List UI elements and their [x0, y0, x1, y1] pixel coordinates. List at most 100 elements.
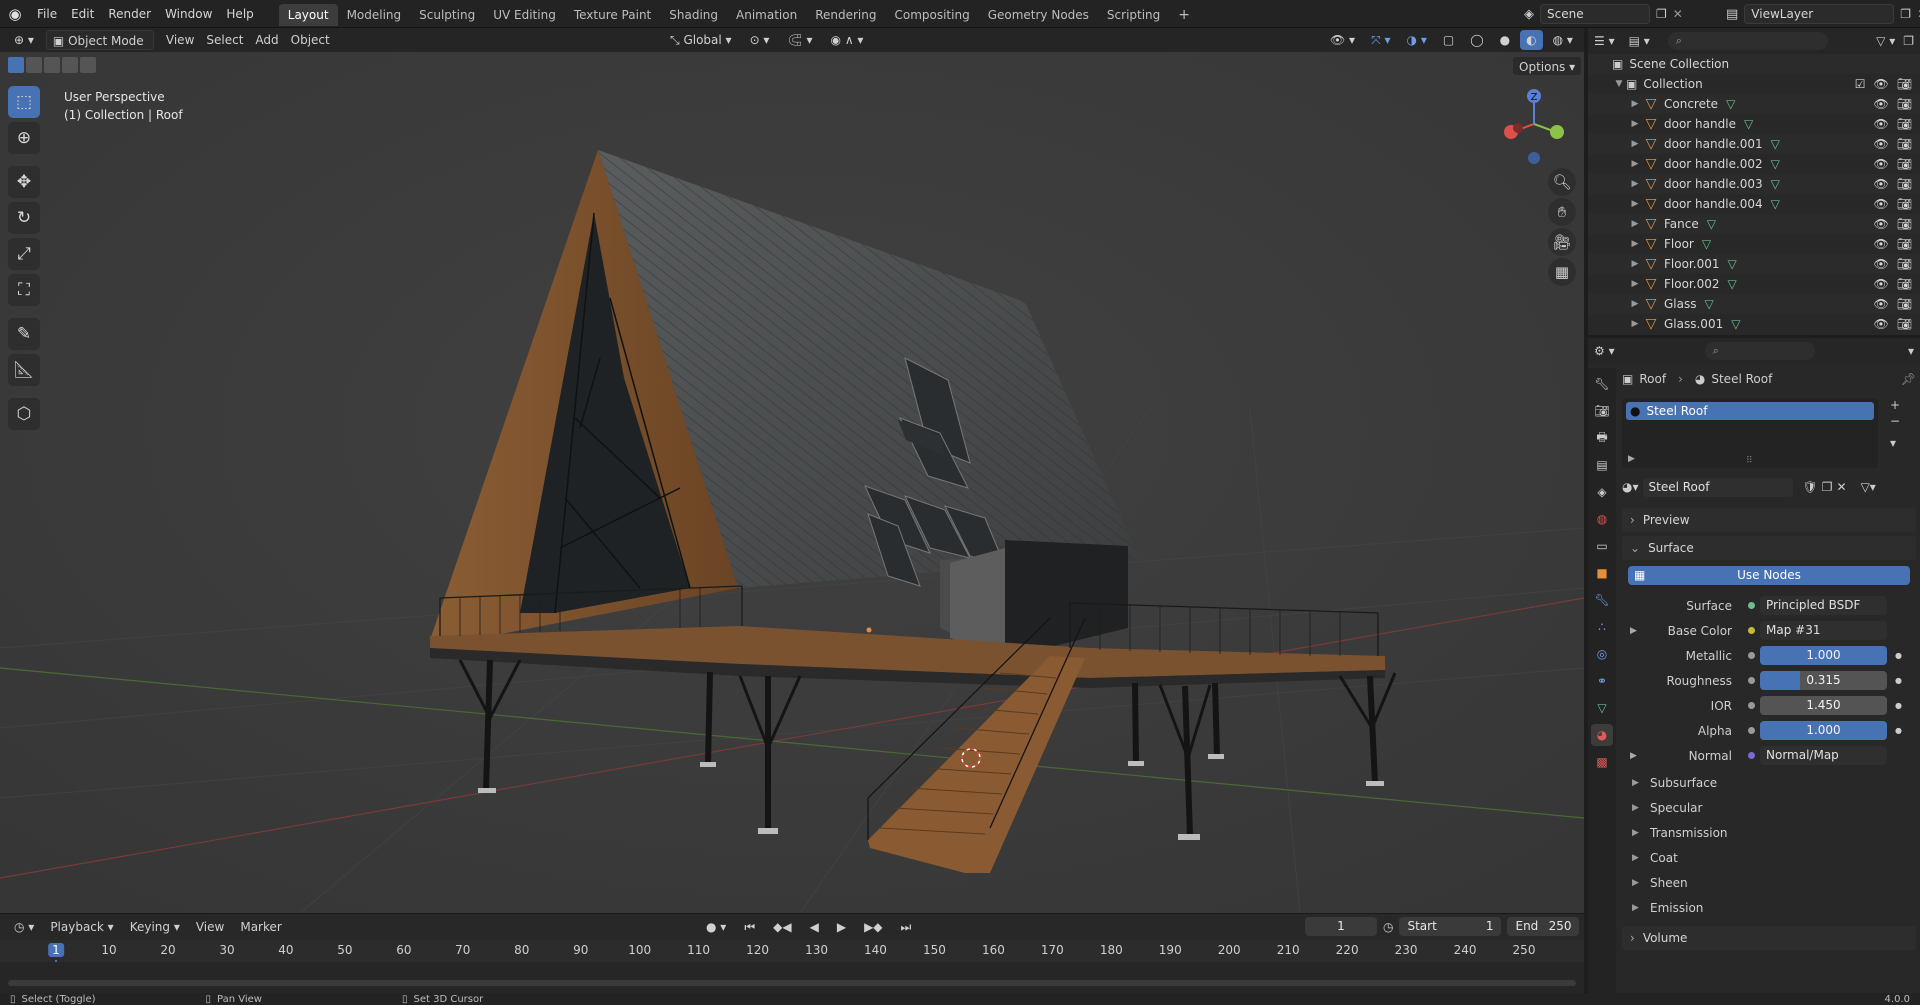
editor-type-icon[interactable]: ⊕ ▾ [8, 30, 40, 50]
move-tool-icon[interactable]: ✥ [8, 166, 40, 198]
tab-compositing[interactable]: Compositing [885, 4, 978, 26]
mesh-data-icon[interactable]: ▽ [1727, 257, 1736, 271]
current-frame-field[interactable]: 1 [1305, 917, 1377, 936]
output-tab-icon[interactable]: 🖶︎ [1591, 427, 1613, 449]
play-reverse-icon[interactable]: ◀ [804, 917, 825, 937]
camera-icon[interactable]: 📷︎ [1897, 77, 1912, 91]
select-intersect-icon[interactable] [80, 57, 96, 73]
view-layer-icon[interactable]: ▤ [1726, 7, 1738, 22]
mesh-data-icon[interactable]: ▽ [1702, 237, 1711, 251]
collection-expand-icon[interactable]: ▼ [1612, 79, 1626, 89]
menu-edit[interactable]: Edit [64, 0, 101, 28]
camera-icon[interactable]: 📷︎ [1897, 137, 1912, 151]
eye-icon[interactable]: 👁︎ [1874, 277, 1889, 291]
tab-animation[interactable]: Animation [727, 4, 806, 26]
start-frame-field[interactable]: Start 1 [1399, 917, 1502, 936]
auto-keying-icon[interactable]: ● ▾ [700, 917, 732, 937]
eye-icon[interactable]: 👁︎ [1874, 237, 1889, 251]
new-scene-icon[interactable]: ❐ [1656, 7, 1667, 21]
outliner-object-row[interactable]: ▶ ▽ door handle.004 ▽ 👁︎ 📷︎ [1588, 194, 1920, 214]
mode-dropdown[interactable]: ▣ Object Mode ▾ [45, 30, 154, 68]
subpanel-subsurface[interactable]: ▶ Subsurface [1622, 770, 1916, 795]
subpanel-transmission[interactable]: ▶ Transmission [1622, 820, 1916, 845]
expand-icon[interactable]: ▶ [1628, 179, 1642, 189]
mesh-data-icon[interactable]: ▽ [1705, 297, 1714, 311]
collection-row[interactable]: ▼ ▣ Collection ☑ 👁︎ 📷︎ [1588, 74, 1920, 94]
properties-editor-type-icon[interactable]: ⚙ ▾ [1594, 344, 1615, 358]
material-shading-icon[interactable]: ◐ [1520, 30, 1543, 50]
tab-shading[interactable]: Shading [660, 4, 727, 26]
end-frame-field[interactable]: End 250 [1507, 917, 1580, 936]
scene-name-field[interactable]: Scene [1540, 4, 1650, 24]
new-collection-icon[interactable]: ❐ [1903, 34, 1914, 48]
outliner-search-input[interactable]: ⌕ [1667, 32, 1828, 50]
expand-icon[interactable]: ▶ [1628, 199, 1642, 209]
camera-icon[interactable]: 📷︎ [1897, 97, 1912, 111]
filter-icon[interactable]: ▽ ▾ [1876, 34, 1895, 48]
jump-keyframe-forward-icon[interactable]: ▶◆ [858, 917, 888, 937]
use-nodes-button[interactable]: ▦ Use Nodes [1628, 566, 1910, 585]
menu-playback[interactable]: Playback ▾ [44, 917, 119, 937]
tab-texture-paint[interactable]: Texture Paint [565, 4, 660, 26]
keyframe-dot-icon[interactable]: ● [1895, 676, 1902, 685]
camera-icon[interactable]: 📷︎ [1897, 277, 1912, 291]
transform-orientation-dropdown[interactable]: ⤡ Global ▾ [664, 30, 738, 50]
view-layer-field[interactable]: ViewLayer [1744, 4, 1895, 24]
camera-icon[interactable]: 📷︎ [1897, 157, 1912, 171]
preview-panel-header[interactable]: › Preview [1622, 508, 1916, 532]
timeline-ruler[interactable]: 1 10 20 30 40 50 60 70 80 90 100 110 120 130 140 150 160… [0, 940, 1584, 994]
outliner-object-row[interactable]: ▶ ▽ Glass.001 ▽ 👁︎ 📷︎ [1588, 314, 1920, 334]
expand-icon[interactable]: ▶ [1628, 139, 1642, 149]
eye-icon[interactable]: 👁︎ [1874, 297, 1889, 311]
camera-icon[interactable]: 📷︎ [1897, 237, 1912, 251]
menu-help[interactable]: Help [219, 0, 260, 28]
annotate-tool-icon[interactable]: ✎ [8, 318, 40, 350]
material-tab-icon[interactable]: ◕ [1591, 724, 1613, 746]
select-new-icon[interactable] [8, 57, 24, 73]
tab-geometry-nodes[interactable]: Geometry Nodes [979, 4, 1098, 26]
solid-shading-icon[interactable]: ● [1494, 30, 1516, 50]
camera-view-icon[interactable]: 🎥︎ [1548, 228, 1576, 256]
particles-tab-icon[interactable]: ∴ [1591, 616, 1613, 638]
expand-icon[interactable]: ▶ [1628, 299, 1642, 309]
scene-tab-icon[interactable]: ◈ [1591, 481, 1613, 503]
render-tab-icon[interactable]: 📷︎ [1591, 400, 1613, 422]
display-mode-icon[interactable]: ▤ ▾ [1629, 34, 1650, 48]
eye-icon[interactable]: 👁︎ [1874, 257, 1889, 271]
tool-tab-icon[interactable]: 🔧︎ [1591, 373, 1613, 395]
eye-icon[interactable]: 👁︎ [1874, 157, 1889, 171]
outliner-object-row[interactable]: ▶ ▽ Floor ▽ 👁︎ 📷︎ [1588, 234, 1920, 254]
timeline-scrollbar[interactable] [8, 980, 1576, 986]
eye-icon[interactable]: 👁︎ [1874, 97, 1889, 111]
menu-object[interactable]: Object [285, 30, 336, 50]
select-subtract-icon[interactable] [44, 57, 60, 73]
properties-options-icon[interactable]: ▾ [1908, 344, 1914, 358]
outliner-object-row[interactable]: ▶ ▽ Floor.002 ▽ 👁︎ 📷︎ [1588, 274, 1920, 294]
3d-viewport[interactable]: ⊕ ▾ ▣ Object Mode ▾ View Select Add Obje… [0, 28, 1584, 913]
mesh-data-icon[interactable]: ▽ [1771, 177, 1780, 191]
play-icon[interactable]: ▶ [831, 917, 852, 937]
add-slot-icon[interactable]: + [1890, 398, 1900, 412]
select-invert-icon[interactable] [62, 57, 78, 73]
properties-search-input[interactable]: ⌕ [1704, 342, 1815, 360]
timeline-editor-type-icon[interactable]: ◷ ▾ [8, 917, 40, 937]
expand-icon[interactable]: ▶ [1628, 319, 1642, 329]
pin-icon[interactable]: 📌︎ [1901, 372, 1916, 386]
outliner-object-row[interactable]: ▶ ▽ Concrete ▽ 👁︎ 📷︎ [1588, 94, 1920, 114]
tab-scripting[interactable]: Scripting [1098, 4, 1169, 26]
overlays-icon[interactable]: ◑ ▾ [1401, 30, 1433, 50]
timeline-track-area[interactable] [0, 962, 1584, 994]
subpanel-emission[interactable]: ▶ Emission [1622, 895, 1916, 920]
surface-panel-header[interactable]: ⌄ Surface [1622, 536, 1916, 560]
outliner-editor-type-icon[interactable]: ☰ ▾ [1594, 34, 1615, 48]
remove-scene-icon[interactable]: ✕ [1673, 7, 1683, 21]
slot-menu-icon[interactable]: ▾ [1890, 436, 1900, 450]
tab-rendering[interactable]: Rendering [806, 4, 885, 26]
menu-render[interactable]: Render [101, 0, 158, 28]
keyframe-dot-icon[interactable]: ● [1895, 726, 1902, 735]
mesh-data-icon[interactable]: ▽ [1744, 117, 1753, 131]
pan-hand-icon[interactable]: ✋︎ [1548, 198, 1576, 226]
outliner-object-row[interactable]: ▶ ▽ door handle.003 ▽ 👁︎ 📷︎ [1588, 174, 1920, 194]
tab-layout[interactable]: Layout [278, 4, 338, 26]
metallic-slider[interactable]: 1.000 [1760, 646, 1887, 665]
